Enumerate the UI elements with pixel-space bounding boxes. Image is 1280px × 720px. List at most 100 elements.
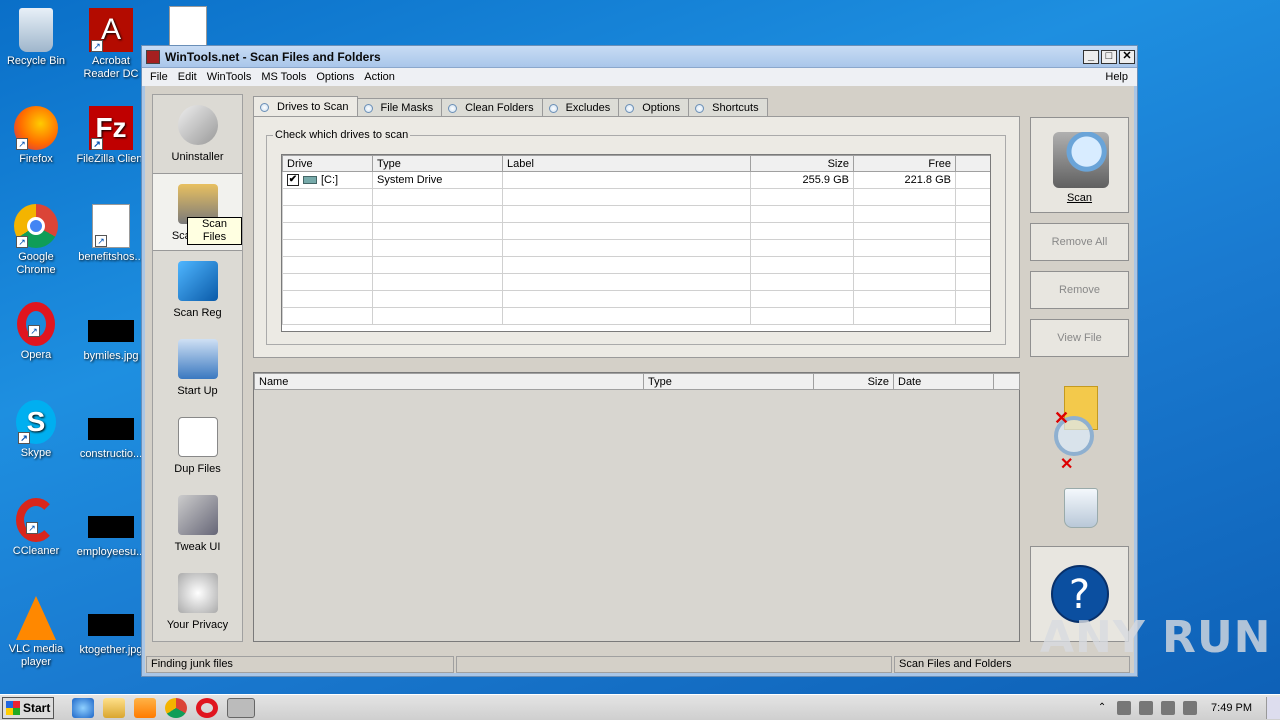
desktop-icon-acrobat[interactable]: A ↗ Acrobat Reader DC <box>73 8 149 81</box>
column-header-size[interactable]: Size <box>813 373 894 390</box>
start-button[interactable]: Start <box>2 696 54 719</box>
ccleaner-icon: ↗ <box>16 498 56 542</box>
radio-icon <box>548 103 558 113</box>
desktop-icon-label: benefitshos... <box>78 251 144 263</box>
drives-groupbox: Check which drives to scan Drive Type La… <box>266 129 1006 345</box>
sidebar-item-scan-reg[interactable]: Scan Reg <box>153 251 242 329</box>
desktop-icon-firefox[interactable]: ↗ Firefox <box>0 106 74 166</box>
show-desktop-button[interactable] <box>1266 696 1280 719</box>
radio-icon <box>695 103 705 113</box>
desktop-icon-employees[interactable]: employeesu... <box>73 506 149 559</box>
table-row[interactable]: ✔ [C:] System Drive 255.9 GB 221.8 GB <box>282 171 990 189</box>
sidebar-item-scan-files[interactable]: Scan Files Scan Files <box>153 173 242 251</box>
drive-checkbox[interactable]: ✔ <box>287 174 299 187</box>
desktop-icon-construction[interactable]: constructio... <box>73 408 149 461</box>
menu-action[interactable]: Action <box>359 71 400 83</box>
sidebar-item-uninstaller[interactable]: Uninstaller <box>153 95 242 173</box>
table-row <box>282 307 990 325</box>
sidebar-item-dup-files[interactable]: Dup Files <box>153 407 242 485</box>
menu-ms-tools[interactable]: MS Tools <box>256 71 311 83</box>
desktop-icon-ccleaner[interactable]: ↗ CCleaner <box>0 498 74 558</box>
desktop-icon-vlc[interactable]: VLC media player <box>0 596 74 669</box>
results-list[interactable]: Name Type Size Date <box>253 372 1020 642</box>
remove-button[interactable]: Remove <box>1030 271 1129 309</box>
menu-wintools[interactable]: WinTools <box>202 71 257 83</box>
menu-edit[interactable]: Edit <box>173 71 202 83</box>
action-center-flag-icon[interactable] <box>1161 700 1176 715</box>
status-left: Finding junk files <box>146 656 454 673</box>
close-button[interactable]: ✕ <box>1119 49 1135 64</box>
drive-label <box>502 171 751 189</box>
internet-explorer-icon[interactable] <box>72 697 94 718</box>
desktop-icon-opera[interactable]: ↗ Opera <box>0 302 74 362</box>
drives-tab-panel: Check which drives to scan Drive Type La… <box>253 116 1020 358</box>
network-icon[interactable] <box>1117 700 1132 715</box>
image-thumbnail <box>88 418 134 440</box>
maximize-button[interactable]: □ <box>1101 49 1117 64</box>
scan-button[interactable]: Scan <box>1030 117 1129 213</box>
desktop-icon-label: VLC media player <box>8 643 64 668</box>
column-header-date[interactable]: Date <box>893 373 994 390</box>
column-header-size[interactable]: Size <box>750 155 854 172</box>
desktop-icon-chrome[interactable]: ↗ Google Chrome <box>0 204 74 277</box>
image-thumbnail <box>88 320 134 342</box>
opera-taskbar-icon[interactable] <box>196 697 218 718</box>
empty-cell <box>955 171 990 189</box>
column-header-drive[interactable]: Drive <box>282 155 373 172</box>
skype-icon: S ↗ <box>16 400 56 444</box>
remove-all-button[interactable]: Remove All <box>1030 223 1129 261</box>
sidebar-item-tweak-ui[interactable]: Tweak UI <box>153 485 242 563</box>
sidebar-item-label: Dup Files <box>174 463 221 475</box>
file-explorer-icon[interactable] <box>103 697 125 718</box>
tab-excludes[interactable]: Excludes <box>541 98 620 117</box>
button-label: Remove All <box>1051 236 1108 248</box>
menu-options[interactable]: Options <box>311 71 359 83</box>
minimize-button[interactable]: _ <box>1083 49 1099 64</box>
drives-table[interactable]: Drive Type Label Size Free ✔ [C:] System … <box>281 154 991 332</box>
desktop-icon-skype[interactable]: S ↗ Skype <box>0 400 74 460</box>
desktop-icon-filezilla[interactable]: Fz ↗ FileZilla Client <box>73 106 149 166</box>
volume-icon[interactable] <box>1139 700 1154 715</box>
desktop-icon-label: employeesu... <box>76 546 146 558</box>
tab-drives-to-scan[interactable]: Drives to Scan <box>253 96 358 117</box>
app-icon[interactable] <box>146 49 160 64</box>
drive-letter: [C:] <box>321 173 339 186</box>
sidebar-item-label: Scan Reg <box>173 307 222 319</box>
clock[interactable]: 7:49 PM <box>1211 702 1252 714</box>
column-header-type[interactable]: Type <box>643 373 814 390</box>
desktop-icon-bymiles[interactable]: bymiles.jpg <box>73 310 149 363</box>
uninstaller-icon <box>177 105 218 145</box>
table-row <box>282 239 990 257</box>
fingerprint-icon <box>177 573 218 613</box>
title-bar[interactable]: WinTools.net - Scan Files and Folders _ … <box>142 46 1137 68</box>
radio-icon <box>363 103 373 113</box>
desktop-icon-benefits-doc[interactable]: ↗ benefitshos... <box>73 204 149 264</box>
desktop-icon-ktogether[interactable]: ktogether.jpg <box>73 604 149 657</box>
menu-help[interactable]: Help <box>1100 71 1133 83</box>
start-label: Start <box>23 700 51 715</box>
view-file-button[interactable]: View File <box>1030 319 1129 357</box>
status-middle <box>456 656 892 673</box>
sidebar-item-label: Start Up <box>177 385 218 397</box>
tab-shortcuts[interactable]: Shortcuts <box>688 98 768 117</box>
sidebar-item-label: Tweak UI <box>174 541 221 553</box>
column-header-free[interactable]: Free <box>853 155 956 172</box>
column-header-label[interactable]: Label <box>502 155 751 172</box>
desktop-icon-label: Firefox <box>19 153 53 165</box>
tab-options[interactable]: Options <box>618 98 690 117</box>
chrome-taskbar-icon[interactable] <box>165 697 187 718</box>
sidebar-item-your-privacy[interactable]: Your Privacy <box>153 563 242 641</box>
show-hidden-icons-icon[interactable]: ⌃ <box>1095 701 1109 715</box>
system-tray: ⌃ 7:49 PM <box>1091 695 1280 720</box>
tray-app-icon[interactable] <box>1183 700 1198 715</box>
desktop-icon-recycle-bin[interactable]: Recycle Bin <box>0 8 74 68</box>
wintools-taskbar-icon[interactable] <box>227 697 255 718</box>
tab-file-masks[interactable]: File Masks <box>356 98 443 117</box>
tab-clean-folders[interactable]: Clean Folders <box>441 98 543 117</box>
sidebar-item-start-up[interactable]: Start Up <box>153 329 242 407</box>
menu-file[interactable]: File <box>145 71 173 83</box>
column-header-name[interactable]: Name <box>254 373 644 390</box>
media-player-icon[interactable] <box>134 697 156 718</box>
radio-icon <box>260 102 269 112</box>
column-header-type[interactable]: Type <box>372 155 503 172</box>
